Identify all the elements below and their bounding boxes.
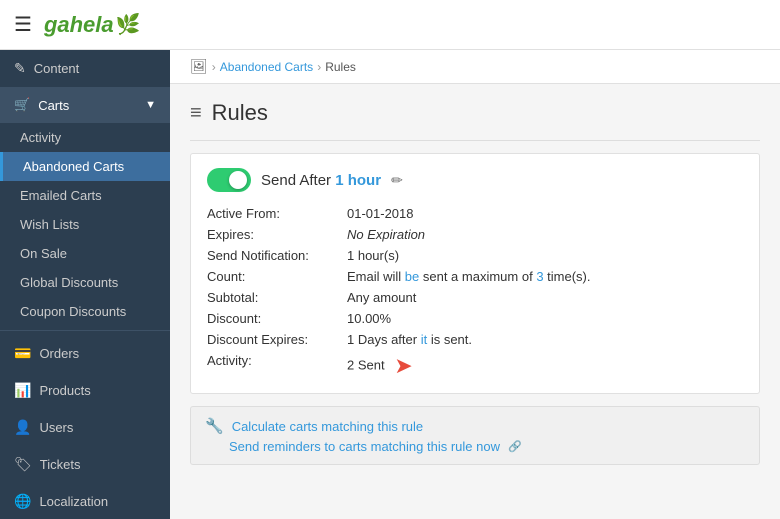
logo: gahela 🌿 [44, 12, 141, 38]
edit-rule-icon[interactable]: ✏ [391, 172, 403, 189]
sidebar-item-coupon-discounts[interactable]: Coupon Discounts [0, 297, 170, 326]
sidebar-item-emailed-carts[interactable]: Emailed Carts [0, 181, 170, 210]
logo-text: gahela [44, 12, 114, 38]
field-label-1: Expires: [207, 227, 347, 242]
sidebar-item-tickets[interactable]: 🏷 Tickets [0, 446, 170, 483]
field-value-0: 01-01-2018 [347, 206, 743, 221]
red-arrow-icon: ➤ [394, 353, 412, 379]
field-label-0: Active From: [207, 206, 347, 221]
field-value-7: 2 Sent ➤ [347, 353, 743, 379]
carts-label: Carts [38, 98, 69, 113]
users-icon: 👤 [14, 419, 31, 436]
orders-label: Orders [39, 346, 79, 361]
logo-leaf-icon: 🌿 [116, 12, 141, 37]
sidebar-item-localization[interactable]: 🌐 Localization [0, 483, 170, 519]
field-value-4: Any amount [347, 290, 743, 305]
sidebar-item-products[interactable]: 📊 Products [0, 372, 170, 409]
sidebar-item-on-sale[interactable]: On Sale [0, 239, 170, 268]
send-after-label: Send After 1 hour [261, 172, 381, 189]
sidebar-item-content-label: Content [34, 61, 80, 76]
products-label: Products [39, 383, 90, 398]
field-label-3: Count: [207, 269, 347, 284]
field-value-3: Email will be sent a maximum of 3 time(s… [347, 269, 743, 284]
field-label-4: Subtotal: [207, 290, 347, 305]
localization-icon: 🌐 [14, 493, 31, 510]
calculate-carts-label: Calculate carts matching this rule [232, 419, 423, 434]
users-label: Users [39, 420, 73, 435]
sidebar-item-orders[interactable]: 💳 Orders [0, 335, 170, 372]
chevron-down-icon: ▼ [145, 99, 156, 111]
hamburger-menu[interactable]: ☰ [14, 12, 32, 37]
rule-actions: 🔧 Calculate carts matching this rule Sen… [190, 406, 760, 465]
breadcrumb-link-abandoned-carts[interactable]: Abandoned Carts [220, 60, 313, 74]
sidebar-item-activity[interactable]: Activity [0, 123, 170, 152]
field-label-2: Send Notification: [207, 248, 347, 263]
calculate-carts-action[interactable]: 🔧 Calculate carts matching this rule [205, 417, 745, 435]
page-title: Rules [212, 100, 268, 126]
tickets-icon: 🏷 [14, 456, 32, 473]
main-layout: ✎ Content 🛒 Carts ▼ Activity Abandoned C… [0, 50, 780, 519]
rule-header: Send After 1 hour ✏ [207, 168, 743, 192]
sidebar-divider [0, 330, 170, 331]
orders-icon: 💳 [14, 345, 31, 362]
breadcrumb-home-icon: 🖼 [190, 58, 208, 75]
sidebar: ✎ Content 🛒 Carts ▼ Activity Abandoned C… [0, 50, 170, 519]
field-value-1: No Expiration [347, 227, 743, 242]
rule-toggle[interactable] [207, 168, 251, 192]
rule-details: Active From: 01-01-2018 Expires: No Expi… [207, 206, 743, 379]
field-label-6: Discount Expires: [207, 332, 347, 347]
send-reminders-label: Send reminders to carts matching this ru… [229, 439, 500, 454]
rules-icon: ≡ [190, 102, 202, 125]
rule-card: Send After 1 hour ✏ Active From: 01-01-2… [190, 153, 760, 394]
page-body: ≡ Rules Send After 1 hour ✏ [170, 84, 780, 481]
main-content: 🖼 › Abandoned Carts › Rules ≡ Rules [170, 50, 780, 519]
sidebar-item-users[interactable]: 👤 Users [0, 409, 170, 446]
localization-label: Localization [39, 494, 108, 509]
sidebar-item-carts[interactable]: 🛒 Carts ▼ [0, 87, 170, 123]
toggle-thumb [229, 171, 247, 189]
cart-icon: 🛒 [14, 97, 30, 113]
products-icon: 📊 [14, 382, 31, 399]
top-header: ☰ gahela 🌿 [0, 0, 780, 50]
breadcrumb-sep1: › [212, 60, 216, 74]
toggle-track [207, 168, 251, 192]
breadcrumb-sep2: › [317, 60, 321, 74]
page-title-row: ≡ Rules [190, 100, 760, 126]
external-link-icon: 🔗 [508, 440, 522, 453]
title-divider [190, 140, 760, 141]
sidebar-item-abandoned-carts[interactable]: Abandoned Carts [0, 152, 170, 181]
tickets-label: Tickets [40, 457, 81, 472]
sidebar-item-global-discounts[interactable]: Global Discounts [0, 268, 170, 297]
field-label-5: Discount: [207, 311, 347, 326]
breadcrumb-current: Rules [325, 60, 356, 74]
wrench-icon: 🔧 [205, 417, 224, 435]
breadcrumb: 🖼 › Abandoned Carts › Rules [170, 50, 780, 84]
field-value-6: 1 Days after it is sent. [347, 332, 743, 347]
send-after-value: 1 hour [335, 172, 381, 189]
sidebar-item-wish-lists[interactable]: Wish Lists [0, 210, 170, 239]
sidebar-item-content[interactable]: ✎ Content [0, 50, 170, 87]
field-label-7: Activity: [207, 353, 347, 379]
content-icon: ✎ [14, 60, 26, 77]
send-reminders-action[interactable]: Send reminders to carts matching this ru… [205, 439, 745, 454]
field-value-5: 10.00% [347, 311, 743, 326]
field-value-2: 1 hour(s) [347, 248, 743, 263]
